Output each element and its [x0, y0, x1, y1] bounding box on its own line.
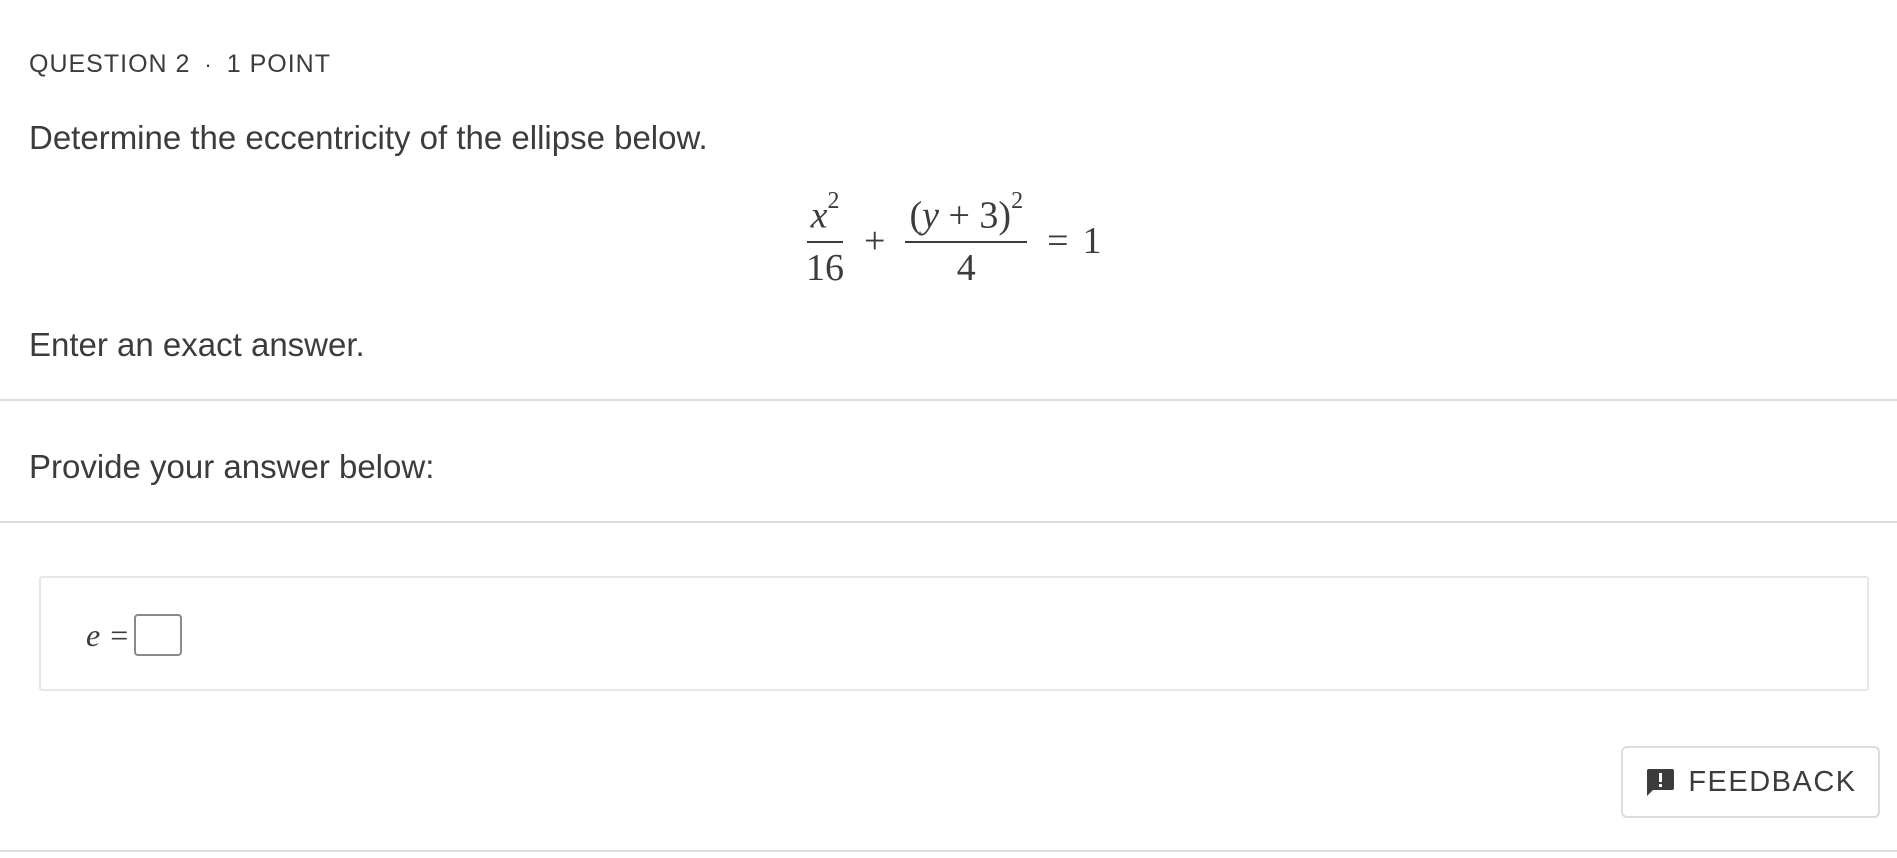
- feedback-label: FEEDBACK: [1688, 765, 1857, 798]
- ellipse-equation: x2 16 + (y + 3)2 4 = 1: [800, 189, 1102, 289]
- answer-row: e =: [86, 614, 183, 656]
- question-header: QUESTION 2 · 1 POINT: [29, 50, 331, 79]
- equals-operator: =: [1047, 219, 1069, 262]
- section-divider: [0, 521, 1897, 523]
- fraction-y-numerator: (y + 3)2: [905, 189, 1028, 243]
- bottom-divider: [0, 850, 1897, 852]
- answer-equals: =: [110, 616, 129, 653]
- answer-section-label: Provide your answer below:: [29, 448, 435, 485]
- fraction-x-term: x2 16: [806, 189, 844, 289]
- answer-box: e =: [39, 576, 1869, 691]
- header-separator: ·: [204, 51, 213, 77]
- fraction-x-denominator: 16: [806, 246, 844, 289]
- answer-instruction: Enter an exact answer.: [29, 326, 365, 363]
- feedback-button[interactable]: FEEDBACK: [1621, 746, 1880, 818]
- fraction-x-numerator: x2: [806, 189, 844, 243]
- section-divider: [0, 399, 1897, 401]
- question-number: QUESTION 2: [29, 50, 191, 78]
- answer-variable: e: [86, 616, 101, 653]
- plus-operator: +: [864, 219, 886, 262]
- question-prompt: Determine the eccentricity of the ellips…: [29, 119, 708, 156]
- answer-input[interactable]: [134, 614, 183, 656]
- question-points: 1 POINT: [226, 50, 331, 78]
- fraction-y-denominator: 4: [956, 246, 976, 289]
- equation-rhs: 1: [1082, 219, 1102, 262]
- feedback-icon: [1644, 766, 1676, 798]
- fraction-y-term: (y + 3)2 4: [905, 189, 1028, 289]
